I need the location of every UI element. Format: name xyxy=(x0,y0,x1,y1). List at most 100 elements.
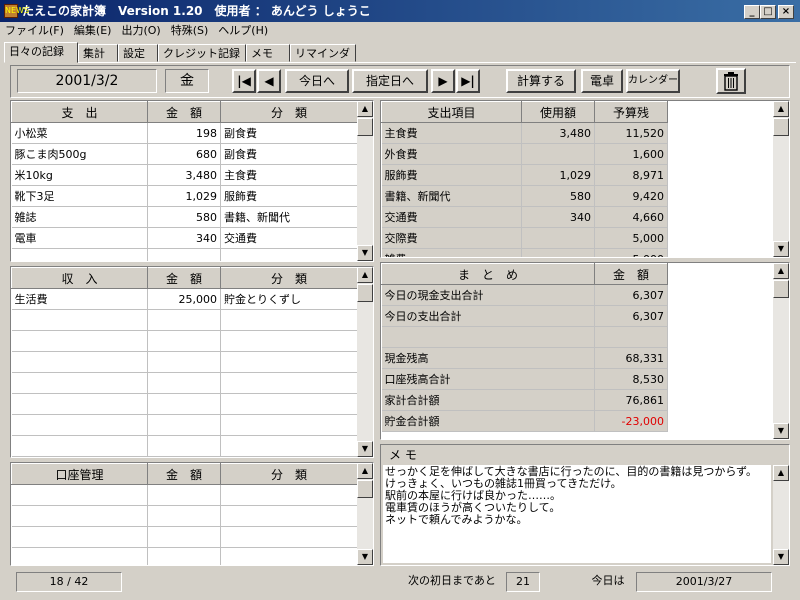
table-row[interactable]: 外食費 1,600 xyxy=(381,143,668,165)
income-item[interactable] xyxy=(11,330,148,352)
expense-scrollbar[interactable]: ▲ ▼ xyxy=(357,101,373,261)
tab-reminder[interactable]: リマインダ xyxy=(290,44,356,62)
budget-grid[interactable]: 支出項目 使用額 予算残 主食費 3,480 11,520 外食費 1,600 服飾費… xyxy=(380,100,790,258)
scroll-up-icon[interactable]: ▲ xyxy=(357,463,373,479)
scroll-up-icon[interactable]: ▲ xyxy=(357,101,373,117)
calendar-button[interactable]: カレンダー xyxy=(626,69,680,93)
account-amount[interactable] xyxy=(147,505,221,527)
budget-col-item[interactable]: 支出項目 xyxy=(381,101,522,123)
income-category[interactable]: 貯金とりくずし xyxy=(220,288,358,310)
table-row[interactable]: 書籍、新聞代 580 9,420 xyxy=(381,185,668,207)
income-category[interactable] xyxy=(220,414,358,436)
table-row[interactable] xyxy=(11,435,358,457)
expense-amount[interactable]: 3,480 xyxy=(147,164,221,186)
table-row[interactable]: 生活費 25,000 貯金とりくずし xyxy=(11,288,358,310)
table-row[interactable]: 電車 340 交通費 xyxy=(11,227,358,249)
account-amount[interactable] xyxy=(147,547,221,565)
expense-amount[interactable]: 580 xyxy=(147,206,221,228)
goto-date-button[interactable]: 指定日へ xyxy=(352,69,428,93)
first-record-button[interactable]: |◀ xyxy=(232,69,256,93)
expense-item[interactable] xyxy=(11,248,148,261)
income-amount[interactable] xyxy=(147,435,221,457)
scroll-thumb[interactable] xyxy=(773,118,789,136)
scroll-up-icon[interactable]: ▲ xyxy=(773,465,789,481)
income-category[interactable] xyxy=(220,330,358,352)
scroll-up-icon[interactable]: ▲ xyxy=(357,267,373,283)
table-row[interactable]: 服飾費 1,029 8,971 xyxy=(381,164,668,186)
account-category[interactable] xyxy=(220,505,358,527)
summary-grid[interactable]: ま と め 金 額 今日の現金支出合計 6,307 今日の支出合計 6,307 現金… xyxy=(380,262,790,440)
table-row[interactable] xyxy=(11,330,358,352)
account-col-amount[interactable]: 金 額 xyxy=(147,463,221,485)
scroll-down-icon[interactable]: ▼ xyxy=(357,441,373,457)
expense-amount[interactable]: 340 xyxy=(147,227,221,249)
account-amount[interactable] xyxy=(147,484,221,506)
account-col-category[interactable]: 分 類 xyxy=(220,463,358,485)
table-row[interactable]: 米10kg 3,480 主食費 xyxy=(11,164,358,186)
table-row[interactable] xyxy=(11,393,358,415)
close-button[interactable]: × xyxy=(778,5,794,19)
scroll-thumb[interactable] xyxy=(357,480,373,498)
income-item[interactable] xyxy=(11,414,148,436)
calculator-button[interactable]: 電卓 xyxy=(581,69,623,93)
menu-file[interactable]: ファイル(F) xyxy=(0,22,69,40)
income-amount[interactable]: 25,000 xyxy=(147,288,221,310)
table-row[interactable] xyxy=(11,372,358,394)
account-scrollbar[interactable]: ▲ ▼ xyxy=(357,463,373,565)
budget-scrollbar[interactable]: ▲ ▼ xyxy=(773,101,789,257)
app-icon[interactable]: NEWS xyxy=(4,4,29,18)
scroll-down-icon[interactable]: ▼ xyxy=(357,549,373,565)
income-item[interactable] xyxy=(11,393,148,415)
income-item[interactable] xyxy=(11,372,148,394)
table-row[interactable]: 豚こま肉500g 680 副食費 xyxy=(11,143,358,165)
income-category[interactable] xyxy=(220,435,358,457)
tab-memo[interactable]: メモ xyxy=(246,44,290,62)
income-amount[interactable] xyxy=(147,351,221,373)
table-row[interactable] xyxy=(11,505,358,527)
tab-summary[interactable]: 集計 xyxy=(78,44,118,62)
expense-amount[interactable] xyxy=(147,248,221,261)
income-category[interactable] xyxy=(220,351,358,373)
expense-col-category[interactable]: 分 類 xyxy=(220,101,358,123)
expense-item[interactable]: 電車 xyxy=(11,227,148,249)
income-amount[interactable] xyxy=(147,393,221,415)
expense-category[interactable]: 副食費 xyxy=(220,143,358,165)
income-item[interactable] xyxy=(11,309,148,331)
table-row[interactable] xyxy=(11,526,358,548)
maximize-button[interactable]: □ xyxy=(760,5,776,19)
income-category[interactable] xyxy=(220,372,358,394)
income-item[interactable] xyxy=(11,351,148,373)
summary-col-item[interactable]: ま と め xyxy=(381,263,595,285)
table-row[interactable]: 口座残高合計 8,530 xyxy=(381,368,668,390)
expense-category[interactable]: 書籍、新聞代 xyxy=(220,206,358,228)
tab-daily-record[interactable]: 日々の記録 xyxy=(4,42,78,63)
account-grid[interactable]: 口座管理 金 額 分 類 ▲ ▼ xyxy=(10,462,374,566)
menu-output[interactable]: 出力(O) xyxy=(116,22,165,40)
account-item[interactable] xyxy=(11,526,148,548)
expense-item[interactable]: 靴下3足 xyxy=(11,185,148,207)
table-row[interactable]: 家計合計額 76,861 xyxy=(381,389,668,411)
scroll-down-icon[interactable]: ▼ xyxy=(773,241,789,257)
expense-category[interactable]: 副食費 xyxy=(220,122,358,144)
expense-amount[interactable]: 198 xyxy=(147,122,221,144)
table-row[interactable]: 今日の支出合計 6,307 xyxy=(381,305,668,327)
income-item[interactable]: 生活費 xyxy=(11,288,148,310)
minimize-button[interactable]: _ xyxy=(744,5,760,19)
table-row[interactable] xyxy=(11,309,358,331)
summary-col-amount[interactable]: 金 額 xyxy=(594,263,668,285)
scroll-down-icon[interactable]: ▼ xyxy=(357,245,373,261)
table-row[interactable]: 小松菜 198 副食費 xyxy=(11,122,358,144)
table-row[interactable] xyxy=(381,326,668,348)
income-grid[interactable]: 収 入 金 額 分 類 生活費 25,000 貯金とりくずし ▲ ▼ xyxy=(10,266,374,458)
income-amount[interactable] xyxy=(147,372,221,394)
table-row[interactable]: 交通費 340 4,660 xyxy=(381,206,668,228)
scroll-thumb[interactable] xyxy=(357,284,373,302)
expense-col-item[interactable]: 支 出 xyxy=(11,101,148,123)
account-amount[interactable] xyxy=(147,526,221,548)
table-row[interactable] xyxy=(11,248,358,261)
income-category[interactable] xyxy=(220,393,358,415)
table-row[interactable]: 交際費 5,000 xyxy=(381,227,668,249)
scroll-up-icon[interactable]: ▲ xyxy=(773,263,789,279)
income-item[interactable] xyxy=(11,435,148,457)
table-row[interactable] xyxy=(11,484,358,506)
